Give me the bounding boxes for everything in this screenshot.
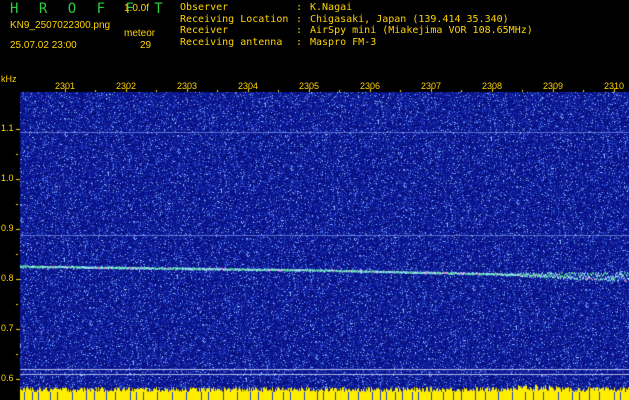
datetime-label: 25.07.02 23:00 xyxy=(10,40,77,51)
y-tick-label: 0.7 xyxy=(1,323,14,333)
info-key: Receiving antenna xyxy=(180,36,283,48)
y-tick-label: 0.8 xyxy=(1,273,14,283)
x-tick-label: 2304 xyxy=(238,81,259,91)
x-tick-label: 2303 xyxy=(177,81,198,91)
info-key: Receiving Location xyxy=(180,13,289,25)
info-row-observer: Observer: K.Nagai xyxy=(180,2,353,13)
x-tick-label: 2307 xyxy=(421,81,442,91)
app-version: 1.0.0f xyxy=(124,3,150,14)
x-tick-label: 2305 xyxy=(299,81,320,91)
info-row-antenna: Receiving antenna: Maspro FM-3 xyxy=(180,36,377,48)
spectrogram-canvas[interactable] xyxy=(0,80,629,400)
info-row-receiver: Receiver: AirSpy mini (Miakejima VOR 108… xyxy=(180,25,533,36)
station-info: Observer: K.Nagai Receiving Location: Ch… xyxy=(180,2,533,48)
y-tick-label: 1.0 xyxy=(1,173,14,183)
x-tick-label: 2309 xyxy=(543,81,564,91)
x-tick-label: 2302 xyxy=(116,81,137,91)
info-key: Observer xyxy=(180,2,229,13)
count-value: 29 xyxy=(140,40,152,51)
info-key: Receiver xyxy=(180,25,229,36)
x-tick-label: 2306 xyxy=(360,81,381,91)
info-value: K.Nagai xyxy=(310,2,353,13)
header-panel: H R O F F T 1.0.0f KN9_2507022300.png me… xyxy=(0,0,629,80)
x-tick-label: 2310 xyxy=(604,81,625,91)
x-tick-label: 2301 xyxy=(55,81,76,91)
info-value: AirSpy mini (Miakejima VOR 108.65MHz) xyxy=(310,25,533,36)
y-tick-label: 1.1 xyxy=(1,123,14,133)
info-row-location: Receiving Location: Chigasaki, Japan (13… xyxy=(180,13,509,25)
y-tick-label: 0.6 xyxy=(1,373,14,383)
mode-label: meteor xyxy=(124,28,156,39)
y-axis-unit: kHz xyxy=(1,74,17,84)
info-value: Maspro FM-3 xyxy=(310,36,377,48)
info-value: Chigasaki, Japan (139.414 35.340) xyxy=(310,13,509,25)
file-name: KN9_2507022300.png xyxy=(10,20,111,31)
x-tick-label: 2308 xyxy=(482,81,503,91)
y-tick-label: 0.9 xyxy=(1,223,14,233)
